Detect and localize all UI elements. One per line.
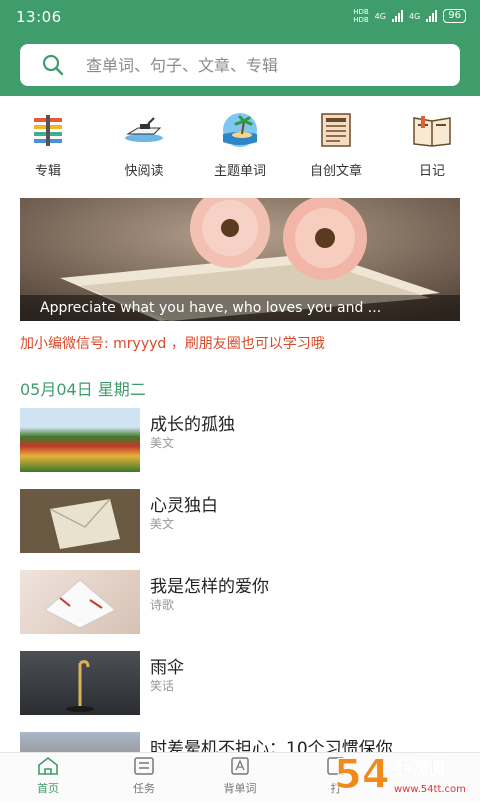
watermark-digits: 54	[334, 752, 390, 798]
list-item[interactable]: 我是怎样的爱你 诗歌	[20, 566, 460, 634]
article-thumbnail	[20, 570, 140, 634]
article-category: 美文	[150, 517, 175, 531]
article-thumbnail	[20, 651, 140, 715]
app-header: 13:06 HDB HDB 4G 4G 96	[0, 0, 480, 96]
article-title: 雨伞	[150, 658, 184, 678]
quick-item-diary[interactable]: 日记	[384, 112, 480, 179]
article-category: 诗歌	[150, 598, 175, 612]
status-bar: 13:06 HDB HDB 4G 4G 96	[0, 0, 480, 34]
network-label-1: HDB	[353, 8, 369, 16]
tab-label: 背单词	[223, 782, 257, 795]
task-icon	[134, 757, 154, 775]
network-label-2: HDB	[353, 16, 369, 24]
article-title: 我是怎样的爱你	[150, 577, 269, 597]
quick-item-label: 自创文章	[309, 164, 362, 179]
watermark-brand: 手游网	[394, 757, 448, 779]
article-thumbnail	[20, 489, 140, 553]
banner-caption: Appreciate what you have, who loves you …	[20, 295, 460, 321]
quick-item-label: 主题单词	[213, 164, 266, 179]
quick-item-label: 快阅读	[124, 164, 164, 179]
search-input[interactable]	[84, 54, 418, 76]
search-icon	[42, 54, 64, 76]
network-4g-label-2: 4G	[408, 11, 421, 21]
promo-text: 加小编微信号: mryyyd ，刷朋友圈也可以学习哦	[20, 336, 325, 352]
article-category: 笑话	[150, 679, 175, 693]
quick-item-theme-words[interactable]: 主题单词	[192, 112, 288, 179]
search-bar[interactable]	[20, 44, 460, 86]
site-watermark-logo: 54 手游网 www.54tt.com	[330, 744, 480, 800]
tab-tasks[interactable]: 任务	[96, 757, 192, 796]
tab-home[interactable]: 首页	[0, 756, 96, 796]
tab-label: 首页	[37, 782, 59, 795]
quick-item-album[interactable]: 专辑	[0, 112, 96, 179]
banner-image[interactable]: Appreciate what you have, who loves you …	[20, 198, 460, 321]
diary-icon	[413, 116, 451, 147]
quick-item-own-article[interactable]: 自创文章	[288, 112, 384, 179]
article-category: 美文	[150, 436, 175, 450]
signal-icon	[391, 10, 403, 22]
quick-item-label: 专辑	[34, 164, 61, 179]
network-4g-label: 4G	[374, 11, 386, 21]
word-card-icon	[231, 757, 249, 775]
tab-label: 任务	[133, 782, 155, 795]
battery-icon: 96	[443, 9, 466, 23]
tab-vocabulary[interactable]: 背单词	[192, 757, 288, 796]
album-icon	[34, 115, 62, 146]
network-label: HDB HDB	[353, 8, 368, 24]
list-item[interactable]: 雨伞 笑话	[20, 647, 460, 715]
signal-icon-2	[426, 10, 438, 22]
jetski-icon	[125, 117, 163, 142]
island-icon	[223, 113, 257, 147]
document-icon	[321, 113, 351, 147]
article-title: 成长的孤独	[150, 415, 235, 435]
date-heading: 05月04日 星期二	[20, 380, 146, 399]
status-time: 13:06	[16, 8, 62, 26]
home-icon	[38, 756, 58, 775]
article-thumbnail	[20, 408, 140, 472]
list-item[interactable]: 成长的孤独 美文	[20, 404, 460, 472]
status-indicators: HDB HDB 4G 4G 96	[353, 8, 466, 24]
quick-item-label: 日记	[418, 164, 445, 179]
list-item[interactable]: 心灵独白 美文	[20, 485, 460, 553]
quick-item-fast-read[interactable]: 快阅读	[96, 112, 192, 179]
quick-nav: 专辑 快阅读 主题单词 自创文章 日记	[0, 112, 480, 182]
article-title: 心灵独白	[150, 496, 218, 516]
watermark-site: www.54tt.com	[394, 784, 466, 795]
